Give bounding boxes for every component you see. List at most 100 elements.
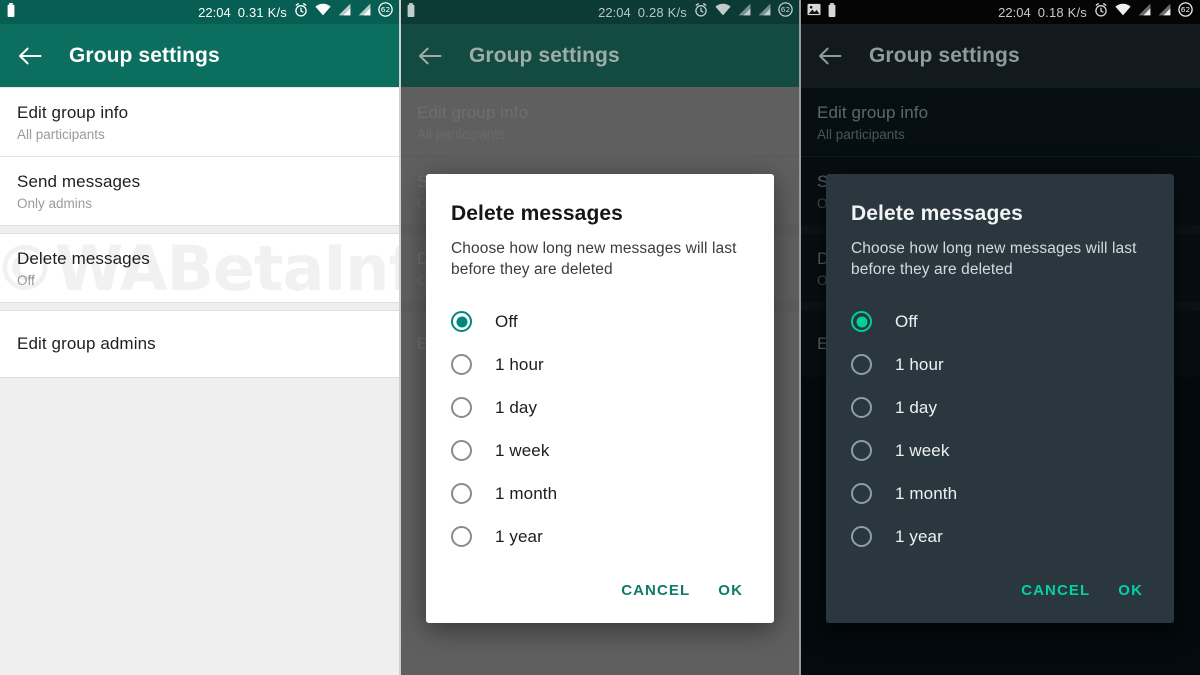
status-time: 22:04 <box>198 4 231 20</box>
svg-text:62: 62 <box>781 5 790 14</box>
radio-unselected-icon <box>851 354 872 375</box>
radio-unselected-icon <box>451 440 472 461</box>
battery-icon <box>7 2 15 22</box>
status-bar-left <box>407 2 415 22</box>
radio-option-label: 1 month <box>895 483 958 503</box>
cancel-button[interactable]: CANCEL <box>621 582 690 599</box>
list-item[interactable]: Delete messages Off <box>0 234 400 302</box>
status-bar-right: 22:04 0.18 K/s 62 <box>998 2 1193 22</box>
dialog-description: Choose how long new messages will last b… <box>851 240 1137 278</box>
radio-unselected-icon <box>851 526 872 547</box>
network-speed: 0.28 K/s <box>637 4 687 20</box>
screenshot-stage: 22:04 0.31 K/s 62 Group settings Edit gr… <box>0 0 1200 675</box>
signal-bars-icon <box>358 3 371 21</box>
alarm-clock-icon <box>694 2 708 22</box>
wifi-icon <box>715 3 731 21</box>
battery-percent-icon: 62 <box>378 2 393 22</box>
signal-bars-icon <box>758 3 771 21</box>
duration-options: Off 1 hour 1 day 1 week 1 month 1 year <box>451 300 749 558</box>
radio-option-1-month[interactable]: 1 month <box>451 472 749 515</box>
radio-option-1-year[interactable]: 1 year <box>851 515 1149 558</box>
list-item-subtitle: All participants <box>17 127 105 142</box>
radio-selected-icon <box>851 311 872 332</box>
page-title: Group settings <box>869 43 1020 67</box>
ok-button[interactable]: OK <box>1118 582 1143 599</box>
radio-option-off[interactable]: Off <box>451 300 749 343</box>
panel-dark-dialog: 22:04 0.18 K/s 62 Group settings Edit gr… <box>800 0 1200 675</box>
back-arrow-icon[interactable] <box>417 43 443 69</box>
list-item-title: Edit group admins <box>17 334 156 353</box>
radio-option-1-year[interactable]: 1 year <box>451 515 749 558</box>
status-bar-right: 22:04 0.28 K/s 62 <box>598 2 793 22</box>
status-bar: 22:04 0.28 K/s 62 <box>400 0 800 24</box>
panel-light: 22:04 0.31 K/s 62 Group settings Edit gr… <box>0 0 400 675</box>
ok-button[interactable]: OK <box>718 582 743 599</box>
settings-group-permissions: Edit group info All participants Send me… <box>0 88 400 225</box>
battery-icon <box>828 2 836 22</box>
radio-option-1-week[interactable]: 1 week <box>451 429 749 472</box>
list-item[interactable]: Send messages Only admins <box>0 157 400 225</box>
radio-option-1-month[interactable]: 1 month <box>851 472 1149 515</box>
svg-text:62: 62 <box>1181 5 1190 14</box>
radio-option-off[interactable]: Off <box>851 300 1149 343</box>
radio-unselected-icon <box>451 397 472 418</box>
back-arrow-icon[interactable] <box>817 43 843 69</box>
radio-selected-icon <box>451 311 472 332</box>
duration-options: Off 1 hour 1 day 1 week 1 month 1 year <box>851 300 1149 558</box>
dialog-title: Delete messages <box>851 202 1023 225</box>
radio-option-1-week[interactable]: 1 week <box>851 429 1149 472</box>
list-item[interactable]: Edit group info All participants <box>800 88 1200 156</box>
signal-bars-icon <box>338 3 351 21</box>
radio-option-label: 1 day <box>895 397 938 417</box>
radio-option-1-hour[interactable]: 1 hour <box>851 343 1149 386</box>
status-time: 22:04 <box>598 4 631 20</box>
settings-group-admins: Edit group admins <box>0 311 400 377</box>
list-item-subtitle: Only admins <box>17 196 93 211</box>
back-arrow-icon[interactable] <box>17 43 43 69</box>
list-item[interactable]: Edit group info All participants <box>400 88 800 156</box>
list-item-title: Send messages <box>17 172 141 191</box>
dialog-actions: CANCEL OK <box>451 574 749 613</box>
radio-option-1-day[interactable]: 1 day <box>851 386 1149 429</box>
network-speed: 0.18 K/s <box>1037 4 1087 20</box>
radio-option-label: 1 week <box>895 440 950 460</box>
page-title: Group settings <box>69 43 220 67</box>
battery-percent-icon: 62 <box>1178 2 1193 22</box>
status-bar-left <box>807 2 836 22</box>
radio-unselected-icon <box>851 483 872 504</box>
alarm-clock-icon <box>294 2 308 22</box>
radio-option-label: 1 year <box>895 526 943 546</box>
list-item-title: Delete messages <box>17 249 150 268</box>
panel-light-dialog: 22:04 0.28 K/s 62 Group settings Edit gr… <box>400 0 800 675</box>
app-bar: Group settings <box>800 24 1200 87</box>
radio-option-label: Off <box>895 311 918 331</box>
radio-option-label: 1 week <box>495 440 550 460</box>
radio-unselected-icon <box>851 397 872 418</box>
delete-messages-dialog: Delete messages Choose how long new mess… <box>426 174 774 623</box>
page-title: Group settings <box>469 43 620 67</box>
radio-unselected-icon <box>451 526 472 547</box>
panel-separator <box>399 0 401 675</box>
dialog-description: Choose how long new messages will last b… <box>451 240 737 278</box>
radio-option-label: 1 hour <box>495 354 544 374</box>
dialog-actions: CANCEL OK <box>851 574 1149 613</box>
settings-list: Edit group info All participants Send me… <box>0 87 400 378</box>
list-item-subtitle: All participants <box>817 127 905 142</box>
status-bar-right: 22:04 0.31 K/s 62 <box>198 2 393 22</box>
page-background <box>0 375 400 675</box>
signal-bars-icon <box>1138 3 1151 21</box>
panel-separator <box>799 0 801 675</box>
radio-option-label: 1 year <box>495 526 543 546</box>
delete-messages-dialog: Delete messages Choose how long new mess… <box>826 174 1174 623</box>
section-gap <box>0 302 400 311</box>
svg-text:62: 62 <box>381 5 390 14</box>
radio-option-label: Off <box>495 311 518 331</box>
network-speed: 0.31 K/s <box>237 4 287 20</box>
radio-option-1-hour[interactable]: 1 hour <box>451 343 749 386</box>
radio-unselected-icon <box>451 483 472 504</box>
list-item[interactable]: Edit group info All participants <box>0 88 400 156</box>
radio-option-1-day[interactable]: 1 day <box>451 386 749 429</box>
cancel-button[interactable]: CANCEL <box>1021 582 1090 599</box>
list-item[interactable]: Edit group admins <box>0 311 400 377</box>
image-icon <box>807 3 821 21</box>
